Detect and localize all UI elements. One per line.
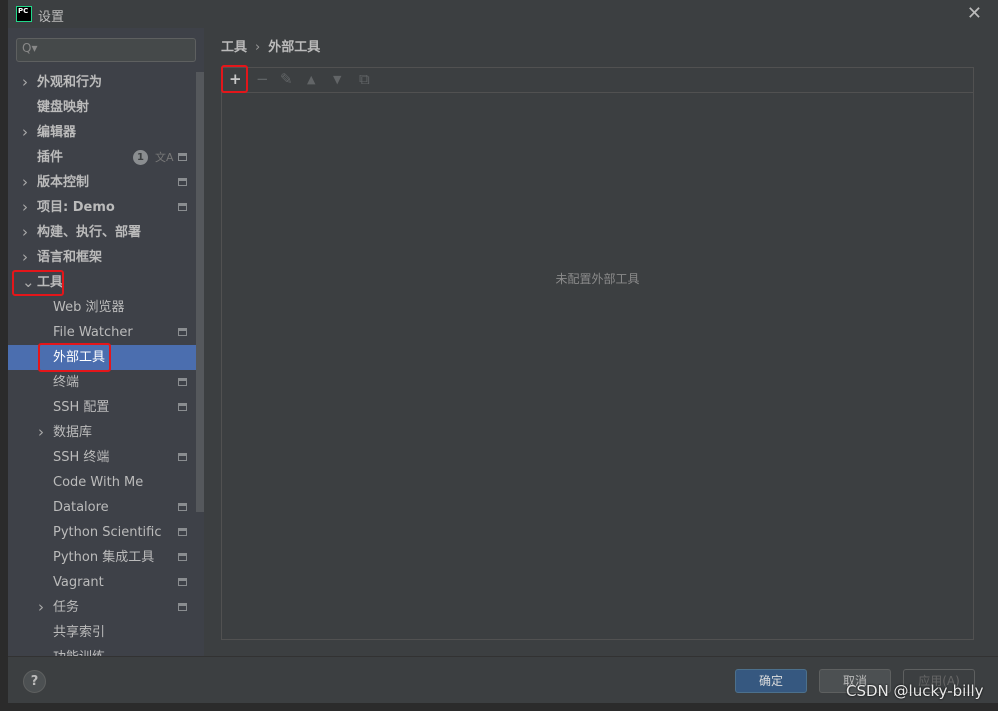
project-level-icon bbox=[178, 528, 187, 536]
project-level-icon bbox=[178, 153, 187, 161]
settings-sidebar: Q▾ › 外观和行为键盘映射 › 编辑器插件 1 文A › 版本控制 › 项目: Demo › 构建、… bbox=[8, 28, 204, 656]
move-down-icon[interactable]: ▼ bbox=[333, 73, 341, 86]
sidebar-item[interactable]: SSH 终端 bbox=[8, 445, 204, 470]
sidebar-item-label: Python Scientific bbox=[53, 525, 162, 540]
chevron-right-icon[interactable]: › bbox=[22, 245, 28, 270]
search-input[interactable]: Q▾ bbox=[16, 38, 196, 62]
chevron-right-icon[interactable]: › bbox=[22, 70, 28, 95]
sidebar-item[interactable]: › 语言和框架 bbox=[8, 245, 204, 270]
sidebar-item[interactable]: Vagrant bbox=[8, 570, 204, 595]
project-level-icon bbox=[178, 178, 187, 186]
sidebar-item-label: Web 浏览器 bbox=[53, 300, 125, 315]
project-level-icon bbox=[178, 328, 187, 336]
close-icon[interactable]: ✕ bbox=[967, 3, 982, 24]
project-level-icon bbox=[178, 378, 187, 386]
sidebar-item-label: 键盘映射 bbox=[37, 100, 90, 115]
sidebar-item[interactable]: Datalore bbox=[8, 495, 204, 520]
pycharm-logo: PC bbox=[16, 6, 32, 22]
sidebar-item[interactable]: Python Scientific bbox=[8, 520, 204, 545]
sidebar-item-label: 数据库 bbox=[53, 425, 93, 440]
project-level-icon bbox=[178, 403, 187, 411]
sidebar-item-label: 任务 bbox=[53, 600, 80, 615]
sidebar-item-label: 外观和行为 bbox=[37, 75, 103, 90]
project-level-icon bbox=[178, 203, 187, 211]
toolbar: + − ✎ ▲ ▼ ⧉ bbox=[222, 68, 973, 93]
sidebar-item-label: 版本控制 bbox=[37, 175, 90, 190]
sidebar-item-label: Vagrant bbox=[53, 575, 104, 590]
sidebar-scrollbar[interactable] bbox=[196, 72, 204, 512]
sidebar-item-label: Code With Me bbox=[53, 475, 144, 490]
chevron-right-icon[interactable]: › bbox=[38, 420, 44, 445]
sidebar-item-label: Python 集成工具 bbox=[53, 550, 155, 565]
sidebar-item[interactable]: Web 浏览器 bbox=[8, 295, 204, 320]
sidebar-item-label: SSH 终端 bbox=[53, 450, 110, 465]
sidebar-item[interactable]: 终端 bbox=[8, 370, 204, 395]
highlight-add-button bbox=[221, 65, 248, 93]
breadcrumb-parent[interactable]: 工具 bbox=[221, 40, 247, 55]
sidebar-item[interactable]: File Watcher bbox=[8, 320, 204, 345]
settings-dialog: PC 设置 ✕ Q▾ › 外观和行为键盘映射 › 编辑器插件 1 文A › 版本控制 › 项目: … bbox=[8, 0, 998, 703]
highlight-external-tools bbox=[38, 343, 111, 372]
remove-icon[interactable]: − bbox=[256, 70, 269, 88]
sidebar-item[interactable]: 键盘映射 bbox=[8, 95, 204, 120]
chevron-right-icon[interactable]: › bbox=[38, 595, 44, 620]
sidebar-item-label: 终端 bbox=[53, 375, 80, 390]
sidebar-item-label: 插件 bbox=[37, 150, 64, 165]
sidebar-item-label: 构建、执行、部署 bbox=[37, 225, 142, 240]
sidebar-item-label: 语言和框架 bbox=[37, 250, 103, 265]
chevron-right-icon[interactable]: › bbox=[22, 170, 28, 195]
sidebar-item[interactable]: › 外观和行为 bbox=[8, 70, 204, 95]
sidebar-item-label: File Watcher bbox=[53, 325, 133, 340]
sidebar-item[interactable]: 插件 1 文A bbox=[8, 145, 204, 170]
sidebar-item[interactable]: › 项目: Demo bbox=[8, 195, 204, 220]
search-icon: Q▾ bbox=[22, 41, 38, 55]
sidebar-item-label: Datalore bbox=[53, 500, 109, 515]
external-tools-panel: + − ✎ ▲ ▼ ⧉ 未配置外部工具 bbox=[221, 67, 974, 640]
sidebar-item[interactable]: › 数据库 bbox=[8, 420, 204, 445]
sidebar-item[interactable]: › 编辑器 bbox=[8, 120, 204, 145]
sidebar-item-label: 功能训练 bbox=[53, 645, 105, 656]
project-level-icon bbox=[178, 578, 187, 586]
breadcrumb: 工具 › 外部工具 bbox=[221, 36, 320, 55]
project-level-icon bbox=[178, 553, 187, 561]
copy-icon[interactable]: ⧉ bbox=[359, 70, 370, 88]
project-level-icon bbox=[178, 603, 187, 611]
chevron-right-icon[interactable]: › bbox=[22, 195, 28, 220]
sidebar-item[interactable]: Code With Me bbox=[8, 470, 204, 495]
project-level-icon bbox=[178, 453, 187, 461]
title-bar: PC 设置 ✕ bbox=[8, 0, 998, 28]
project-level-icon bbox=[178, 503, 187, 511]
help-button[interactable]: ? bbox=[23, 670, 46, 693]
sidebar-item-label: SSH 配置 bbox=[53, 400, 110, 415]
sidebar-item[interactable]: Python 集成工具 bbox=[8, 545, 204, 570]
sidebar-item[interactable]: SSH 配置 bbox=[8, 395, 204, 420]
move-up-icon[interactable]: ▲ bbox=[307, 73, 315, 86]
chevron-right-icon[interactable]: › bbox=[22, 220, 28, 245]
sidebar-item[interactable]: 共享索引 bbox=[8, 620, 204, 645]
sidebar-item-label: 共享索引 bbox=[53, 625, 106, 640]
ok-button[interactable]: 确定 bbox=[735, 669, 807, 693]
sidebar-item[interactable]: › 版本控制 bbox=[8, 170, 204, 195]
window-title: 设置 bbox=[38, 10, 65, 25]
breadcrumb-separator: › bbox=[255, 40, 261, 55]
empty-state-text: 未配置外部工具 bbox=[555, 272, 640, 286]
watermark: CSDN @lucky-billy bbox=[846, 682, 984, 700]
highlight-tools bbox=[12, 270, 64, 296]
sidebar-item[interactable]: › 任务 bbox=[8, 595, 204, 620]
breadcrumb-current: 外部工具 bbox=[268, 40, 321, 55]
sidebar-item-label: 项目: Demo bbox=[37, 200, 115, 215]
translate-icon: 文A bbox=[155, 151, 174, 164]
update-badge: 1 bbox=[133, 150, 148, 165]
sidebar-item-label: 编辑器 bbox=[37, 125, 77, 140]
sidebar-item[interactable]: 功能训练 bbox=[8, 645, 204, 656]
sidebar-item[interactable]: › 构建、执行、部署 bbox=[8, 220, 204, 245]
edit-icon[interactable]: ✎ bbox=[280, 70, 293, 88]
chevron-right-icon[interactable]: › bbox=[22, 120, 28, 145]
